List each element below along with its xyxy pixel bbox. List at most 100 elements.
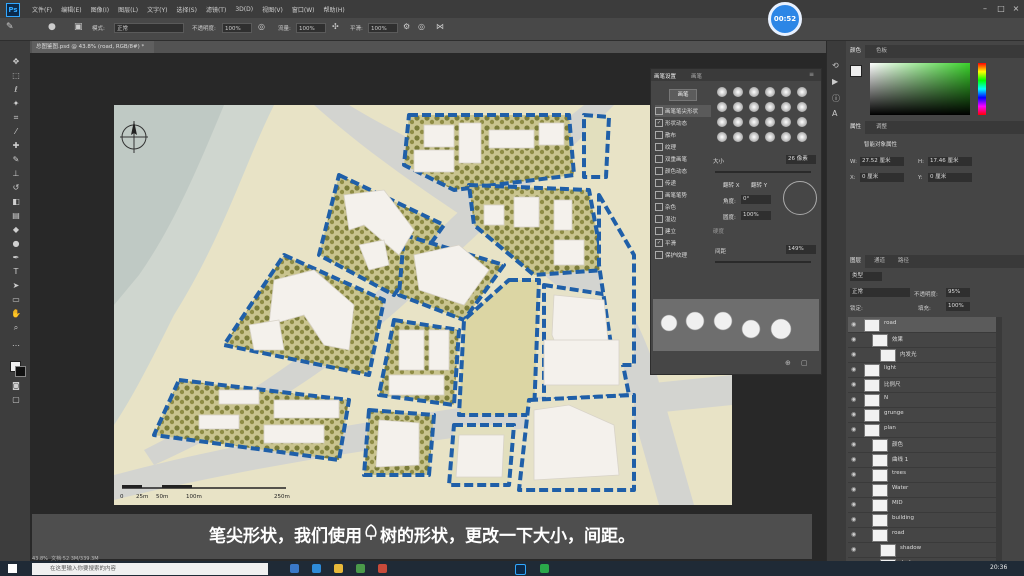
brush-option-checkbox[interactable]: [655, 131, 663, 139]
brush-option-row[interactable]: 颜色动态: [655, 165, 711, 177]
brush-option-checkbox[interactable]: [655, 155, 663, 163]
eraser-tool-icon[interactable]: ◧: [11, 197, 21, 207]
flip-x-checkbox[interactable]: 翻转 X: [723, 181, 740, 189]
brush-option-row[interactable]: 画笔笔势: [655, 189, 711, 201]
pressure-size-icon[interactable]: ◎: [418, 22, 425, 31]
layer-row[interactable]: ◉ Water: [848, 482, 996, 498]
visibility-eye-icon[interactable]: ◉: [851, 546, 856, 553]
color-foreground-swatch[interactable]: [850, 65, 862, 77]
pen-tool-icon[interactable]: ✒: [11, 253, 21, 263]
brush-option-row[interactable]: 纹理: [655, 141, 711, 153]
visibility-eye-icon[interactable]: ◉: [851, 411, 856, 418]
layer-row[interactable]: ◉ 曲线 1: [848, 452, 996, 468]
brush-tip-swatch[interactable]: [717, 132, 727, 142]
brush-option-checkbox[interactable]: ✓: [655, 239, 663, 247]
blur-tool-icon[interactable]: ◆: [11, 225, 21, 235]
brush-tip-swatch[interactable]: [749, 87, 759, 97]
edge-icon[interactable]: [312, 564, 321, 573]
airbrush-icon[interactable]: ✣: [332, 22, 339, 31]
visibility-eye-icon[interactable]: ◉: [851, 531, 856, 538]
eyedropper-tool-icon[interactable]: ⁄: [11, 127, 21, 137]
size-input[interactable]: 26 像素: [786, 155, 816, 164]
taskbar-search-input[interactable]: 在这里输入你要搜索的内容: [32, 563, 268, 575]
store-icon[interactable]: [356, 564, 365, 573]
visibility-eye-icon[interactable]: ◉: [851, 441, 856, 448]
brush-tip-swatch[interactable]: [765, 87, 775, 97]
menu-3d[interactable]: 3D(D): [235, 6, 253, 13]
brush-tip-swatch[interactable]: [749, 132, 759, 142]
menu-type[interactable]: 文字(Y): [147, 5, 167, 14]
visibility-eye-icon[interactable]: ◉: [851, 396, 856, 403]
layer-kind-filter[interactable]: 类型: [850, 272, 882, 281]
visibility-eye-icon[interactable]: ◉: [851, 351, 856, 358]
brush-tip-swatch[interactable]: [717, 87, 727, 97]
site-plan-artboard[interactable]: 0 25m 50m 100m 250m: [114, 105, 732, 505]
brush-tip-swatch[interactable]: [797, 117, 807, 127]
brush-tip-swatch[interactable]: [749, 117, 759, 127]
screen-mode-icon[interactable]: ▢: [11, 395, 21, 405]
visibility-eye-icon[interactable]: ◉: [851, 516, 856, 523]
brush-option-row[interactable]: 画笔笔尖形状: [655, 105, 711, 117]
visibility-eye-icon[interactable]: ◉: [851, 426, 856, 433]
type-tool-icon[interactable]: T: [11, 267, 21, 277]
brush-tip-swatch[interactable]: [733, 117, 743, 127]
brush-option-row[interactable]: ✓ 平滑: [655, 237, 711, 249]
smoothing-options-gear-icon[interactable]: ⚙: [403, 22, 410, 31]
opacity-input[interactable]: 100%: [222, 23, 252, 33]
menu-select[interactable]: 选择(S): [176, 5, 197, 14]
brush-tip-grid[interactable]: [717, 87, 813, 147]
clone-stamp-tool-icon[interactable]: ⊥: [11, 169, 21, 179]
brush-tip-swatch[interactable]: [749, 102, 759, 112]
layer-row[interactable]: ◉ MID: [848, 497, 996, 513]
brush-option-row[interactable]: 保护纹理: [655, 249, 711, 261]
layer-row[interactable]: ◉ road: [848, 317, 996, 333]
blend-mode-select[interactable]: 正常: [850, 288, 910, 297]
brush-option-row[interactable]: 建立: [655, 225, 711, 237]
size-slider[interactable]: [715, 171, 811, 173]
tab-brushes[interactable]: 画笔: [691, 72, 702, 80]
menu-filter[interactable]: 滤镜(T): [206, 5, 226, 14]
brush-option-row[interactable]: 散布: [655, 129, 711, 141]
shape-tool-icon[interactable]: ▭: [11, 295, 21, 305]
brush-tool-icon[interactable]: ✎: [11, 155, 21, 165]
tab-color[interactable]: 颜色: [846, 45, 866, 58]
brush-tip-swatch[interactable]: [781, 87, 791, 97]
brush-tip-swatch[interactable]: [781, 102, 791, 112]
hue-slider[interactable]: [978, 63, 986, 115]
brush-option-row[interactable]: 杂色: [655, 201, 711, 213]
angle-input[interactable]: 0°: [741, 195, 771, 204]
menu-layer[interactable]: 图层(L): [118, 5, 138, 14]
visibility-eye-icon[interactable]: ◉: [851, 501, 856, 508]
layer-row[interactable]: ◉ road: [848, 527, 996, 543]
visibility-eye-icon[interactable]: ◉: [851, 336, 856, 343]
menu-edit[interactable]: 编辑(E): [61, 5, 81, 14]
hand-tool-icon[interactable]: ✋: [11, 309, 21, 319]
path-selection-tool-icon[interactable]: ➤: [11, 281, 21, 291]
roundness-input[interactable]: 100%: [741, 211, 771, 220]
brush-tip-swatch[interactable]: [733, 132, 743, 142]
actions-panel-icon[interactable]: ▶: [832, 77, 838, 86]
healing-brush-tool-icon[interactable]: ✚: [11, 141, 21, 151]
tab-paths[interactable]: 路径: [894, 255, 913, 268]
menu-window[interactable]: 窗口(W): [292, 5, 315, 14]
brush-option-checkbox[interactable]: [655, 203, 663, 211]
layer-row[interactable]: ◉ 效果: [848, 332, 996, 348]
brush-option-checkbox[interactable]: [655, 215, 663, 223]
color-picker-field[interactable]: [870, 63, 970, 115]
brush-tip-swatch[interactable]: [733, 102, 743, 112]
panel-menu-icon[interactable]: ≡: [809, 71, 814, 78]
brush-option-checkbox[interactable]: [655, 143, 663, 151]
brush-panel-menu-icon[interactable]: ▢: [801, 359, 808, 367]
marquee-tool-icon[interactable]: ⬚: [11, 71, 21, 81]
mode-select[interactable]: 正常: [114, 23, 184, 33]
visibility-eye-icon[interactable]: ◉: [851, 456, 856, 463]
y-input[interactable]: 0 厘米: [928, 173, 972, 182]
dodge-tool-icon[interactable]: ●: [11, 239, 21, 249]
layer-row[interactable]: ◉ shadow: [848, 542, 996, 558]
layer-row[interactable]: ◉ plan: [848, 422, 996, 438]
new-brush-icon[interactable]: ⊕: [785, 359, 791, 367]
character-panel-icon[interactable]: A: [832, 109, 837, 118]
layer-opacity-input[interactable]: 95%: [946, 288, 970, 297]
width-input[interactable]: 27.52 厘米: [860, 157, 904, 166]
layers-scrollbar[interactable]: [996, 317, 1002, 567]
